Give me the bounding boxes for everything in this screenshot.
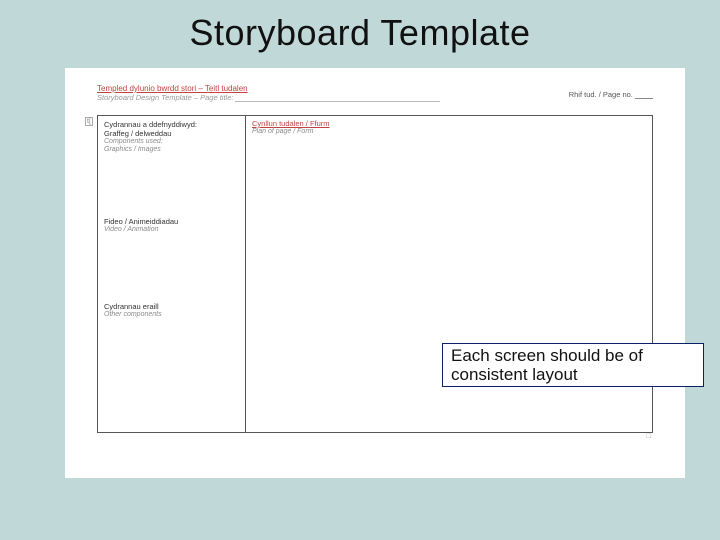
- annotation-callout: Each screen should be of consistent layo…: [442, 343, 704, 387]
- page-number-label: Rhif tud. / Page no.: [569, 90, 653, 99]
- annotation-text: Each screen should be of consistent layo…: [451, 346, 695, 384]
- section-video: Fideo / Animeiddiadau Video / Animation: [98, 213, 245, 236]
- section-other: Cydrannau eraill Other components: [98, 298, 245, 321]
- doc-header-welsh: Templed dylunio bwrdd stori – Teitl tuda…: [97, 84, 248, 93]
- section-graphics: Cydrannau a ddefnyddiwyd: Graffeg / delw…: [98, 116, 245, 156]
- tiny-corner-mark: □: [647, 433, 651, 440]
- slide-title: Storyboard Template: [0, 12, 720, 54]
- storyboard-document: Templed dylunio bwrdd stori – Teitl tuda…: [65, 68, 685, 478]
- bracket-mark: t[: [85, 117, 93, 126]
- right-column-heading: Cynllun tudalen / Ffurm Plan of page / F…: [252, 119, 330, 135]
- doc-header-english: Storyboard Design Template – Page title:: [97, 93, 440, 102]
- left-column: Cydrannau a ddefnyddiwyd: Graffeg / delw…: [98, 116, 246, 432]
